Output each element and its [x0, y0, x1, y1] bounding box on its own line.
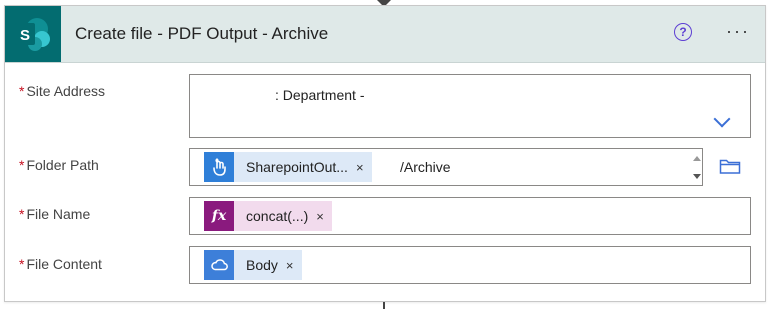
folder-path-label: * Folder Path: [19, 157, 99, 173]
hand-pointer-icon: [204, 152, 234, 182]
more-options-icon[interactable]: ···: [723, 21, 753, 41]
file-content-input[interactable]: Body ×: [189, 246, 751, 284]
token-label: Body: [246, 257, 278, 273]
file-name-label: * File Name: [19, 206, 90, 222]
site-address-label-text: Site Address: [26, 83, 106, 99]
sharepoint-logo-icon: S: [5, 6, 61, 62]
site-address-value: : Department -: [275, 87, 365, 103]
site-address-dropdown[interactable]: : Department -: [189, 74, 751, 138]
flow-connector-bottom: [383, 302, 385, 309]
folder-path-suffix: /Archive: [400, 159, 451, 175]
required-marker: *: [19, 206, 25, 222]
chevron-down-icon[interactable]: [713, 110, 731, 128]
sharepoint-output-token[interactable]: SharepointOut... ×: [204, 152, 372, 182]
folder-picker-icon[interactable]: [719, 157, 741, 180]
action-card: S Create file - PDF Output - Archive ? ·…: [4, 5, 766, 302]
folder-path-label-text: Folder Path: [26, 157, 99, 173]
file-name-label-text: File Name: [26, 206, 91, 222]
stepper-down-icon[interactable]: [693, 174, 701, 179]
body-token[interactable]: Body ×: [204, 250, 302, 280]
action-title: Create file - PDF Output - Archive: [75, 24, 329, 43]
action-header[interactable]: S Create file - PDF Output - Archive ? ·…: [5, 6, 765, 63]
stepper-up-icon[interactable]: [693, 156, 701, 161]
onedrive-cloud-icon: [204, 250, 234, 280]
folder-path-scroll-stepper[interactable]: [693, 153, 703, 183]
svg-text:S: S: [20, 27, 30, 44]
folder-path-input[interactable]: SharepointOut... × /Archive: [189, 148, 703, 186]
required-marker: *: [19, 83, 25, 99]
file-name-input[interactable]: fx concat(...) ×: [189, 197, 751, 235]
fx-icon: fx: [204, 201, 234, 231]
token-remove-icon[interactable]: ×: [286, 258, 302, 273]
token-remove-icon[interactable]: ×: [356, 160, 372, 175]
concat-expression-token[interactable]: fx concat(...) ×: [204, 201, 332, 231]
required-marker: *: [19, 157, 25, 173]
site-address-label: * Site Address: [19, 83, 105, 99]
file-content-label: * File Content: [19, 256, 102, 272]
token-remove-icon[interactable]: ×: [316, 209, 332, 224]
token-label: concat(...): [246, 208, 309, 224]
required-marker: *: [19, 256, 25, 272]
help-circle-icon[interactable]: ?: [674, 23, 692, 41]
token-label: SharepointOut...: [246, 159, 348, 175]
file-content-label-text: File Content: [26, 256, 102, 272]
